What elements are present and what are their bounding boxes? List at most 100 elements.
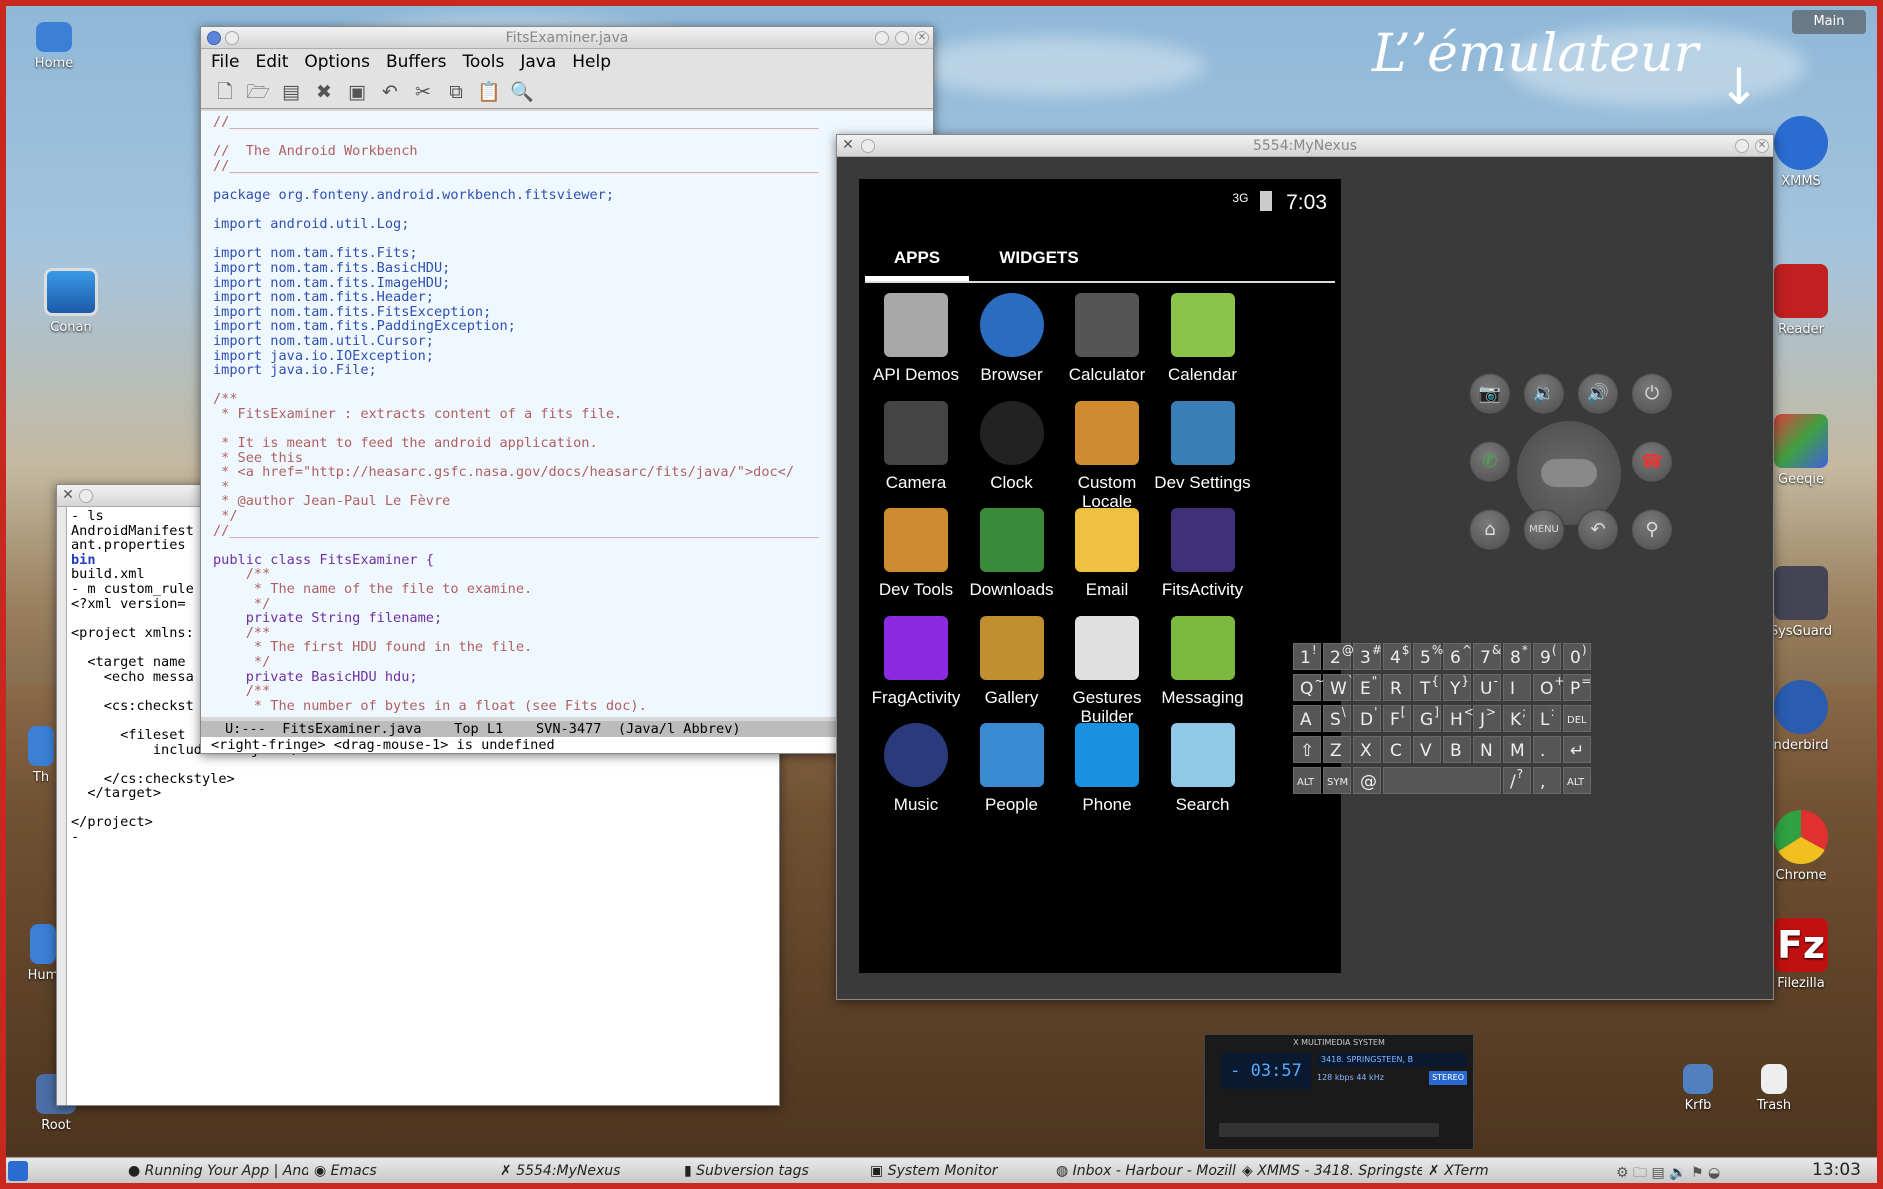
app-people[interactable]: People: [957, 723, 1067, 814]
minimize-icon[interactable]: [1735, 139, 1749, 153]
app-fits-activity[interactable]: FitsActivity: [1148, 508, 1258, 599]
key-/[interactable]: /?: [1503, 767, 1531, 794]
key-alt[interactable]: ALT: [1293, 767, 1321, 794]
task-emacs[interactable]: ◉ Emacs: [314, 1163, 464, 1179]
app-camera[interactable]: Camera: [861, 400, 971, 492]
app-dev-settings[interactable]: Dev Settings: [1148, 400, 1258, 492]
key-3[interactable]: 3#: [1353, 643, 1382, 670]
key-c[interactable]: C: [1383, 736, 1411, 763]
key-m[interactable]: M: [1503, 736, 1531, 763]
search-button[interactable]: ⚲: [1631, 509, 1673, 551]
menu-icon[interactable]: [225, 31, 239, 45]
app-gallery[interactable]: Gallery: [957, 615, 1067, 707]
key-e[interactable]: E": [1353, 674, 1381, 701]
key-u[interactable]: U-: [1473, 674, 1501, 701]
kde-menu-icon[interactable]: [8, 1161, 28, 1181]
key-x[interactable]: X: [1353, 736, 1381, 763]
chrome-icon[interactable]: Chrome: [1766, 810, 1836, 883]
emacs-titlebar[interactable]: FitsExaminer.java ✕: [201, 27, 933, 49]
menu-tools[interactable]: Tools: [462, 52, 504, 72]
reader-icon[interactable]: Reader: [1766, 264, 1836, 337]
key-4[interactable]: 4$: [1383, 643, 1411, 670]
menu-icon[interactable]: [79, 489, 93, 503]
hum-icon[interactable]: Hum: [26, 924, 60, 983]
app-downloads[interactable]: Downloads: [957, 508, 1067, 599]
xmms-controls[interactable]: [1219, 1123, 1439, 1137]
emacs-editor[interactable]: //______________________________________…: [201, 111, 933, 717]
emulator-window[interactable]: ✕ 5554:MyNexus ✕ 3G 7:03 APPS WIDGETS AP…: [836, 134, 1774, 1000]
menu-java[interactable]: Java: [520, 52, 556, 72]
key-n[interactable]: N: [1473, 736, 1501, 763]
save-icon[interactable]: ▣: [345, 80, 369, 104]
menu-button[interactable]: MENU: [1523, 509, 1565, 551]
minimize-icon[interactable]: [875, 31, 889, 45]
app-browser[interactable]: Browser: [957, 293, 1067, 384]
close-buffer-icon[interactable]: ✖: [312, 80, 336, 104]
key-↵[interactable]: ↵: [1563, 736, 1591, 763]
app-calendar[interactable]: Calendar: [1148, 293, 1258, 384]
task-browser[interactable]: ● Running Your App | Andr: [128, 1163, 308, 1179]
task-xmms[interactable]: ◈ XMMS - 3418. Springstee: [1242, 1163, 1422, 1179]
xterm-scrollbar[interactable]: [57, 507, 67, 1105]
key-z[interactable]: Z: [1323, 736, 1351, 763]
open-folder-icon[interactable]: 🗁: [246, 80, 270, 104]
emacs-window[interactable]: FitsExaminer.java ✕ File Edit Options Bu…: [200, 26, 934, 754]
copy-icon[interactable]: ⧉: [444, 80, 468, 104]
key-l[interactable]: L:: [1533, 705, 1561, 732]
key-g[interactable]: G]: [1413, 705, 1441, 732]
app-custom-locale[interactable]: Custom Locale: [1052, 400, 1162, 511]
tab-widgets[interactable]: WIDGETS: [979, 235, 1099, 281]
task-subversion[interactable]: ▮ Subversion tags: [684, 1163, 864, 1179]
maximize-icon[interactable]: [895, 31, 909, 45]
camera-button[interactable]: 📷: [1469, 373, 1511, 415]
app-messaging[interactable]: Messaging: [1148, 615, 1258, 707]
key-sym[interactable]: SYM: [1323, 767, 1351, 794]
end-call-button[interactable]: ☎: [1631, 441, 1673, 483]
key-.[interactable]: .: [1533, 736, 1561, 763]
key-7[interactable]: 7&: [1473, 643, 1501, 670]
key-i[interactable]: I: [1503, 674, 1531, 701]
key-0[interactable]: 0): [1563, 643, 1591, 670]
app-dev-tools[interactable]: Dev Tools: [861, 508, 971, 599]
tab-apps[interactable]: APPS: [865, 235, 969, 281]
call-button[interactable]: ✆: [1469, 441, 1511, 483]
volume-up-button[interactable]: 🔊: [1577, 373, 1619, 415]
search-icon[interactable]: 🔍: [510, 80, 534, 104]
conan-icon[interactable]: Conan: [36, 268, 106, 335]
back-button[interactable]: ↶: [1577, 509, 1619, 551]
key-b[interactable]: B: [1443, 736, 1471, 763]
task-emulator[interactable]: ✗ 5554:MyNexus: [500, 1163, 660, 1179]
key-5[interactable]: 5%: [1413, 643, 1443, 670]
cut-icon[interactable]: ✂: [411, 80, 435, 104]
key-alt[interactable]: ALT: [1563, 767, 1591, 794]
app-email[interactable]: Email: [1052, 508, 1162, 599]
xmms-player[interactable]: X MULTIMEDIA SYSTEM - 03:57 3418. SPRING…: [1204, 1034, 1474, 1150]
key-y[interactable]: Y}: [1443, 674, 1471, 701]
app-music[interactable]: Music: [861, 723, 971, 814]
filezilla-icon[interactable]: Fz Filezilla: [1766, 918, 1836, 991]
menu-buffers[interactable]: Buffers: [386, 52, 446, 72]
key-w[interactable]: W`: [1323, 674, 1354, 701]
app-search[interactable]: Search: [1148, 723, 1258, 814]
app-api-demos[interactable]: API Demos: [861, 293, 971, 384]
menu-file[interactable]: File: [211, 52, 239, 72]
key-p[interactable]: P=: [1563, 674, 1591, 701]
key-d[interactable]: D': [1353, 705, 1381, 732]
key-,[interactable]: ,: [1533, 767, 1561, 794]
key-t[interactable]: T{: [1413, 674, 1441, 701]
app-clock[interactable]: Clock: [957, 400, 1067, 492]
task-xterm[interactable]: ✗ XTerm: [1428, 1163, 1548, 1179]
menu-help[interactable]: Help: [572, 52, 611, 72]
close-icon[interactable]: ✕: [61, 488, 75, 503]
thunderbird-icon[interactable]: nderbird: [1766, 680, 1836, 753]
key-a[interactable]: A: [1293, 705, 1321, 732]
app-calculator[interactable]: Calculator: [1052, 293, 1162, 384]
key-6[interactable]: 6^: [1443, 643, 1472, 670]
key-h[interactable]: H<: [1443, 705, 1474, 732]
task-thunderbird[interactable]: ◍ Inbox - Harbour - Mozill: [1056, 1163, 1236, 1179]
home-button[interactable]: ⌂: [1469, 509, 1511, 551]
key-1[interactable]: 1!: [1293, 643, 1321, 670]
phone-screen[interactable]: 3G 7:03 APPS WIDGETS API Demos Browser Cal…: [859, 179, 1341, 973]
app-gestures-builder[interactable]: Gestures Builder: [1052, 615, 1162, 726]
krfb-icon[interactable]: Krfb: [1668, 1064, 1728, 1113]
